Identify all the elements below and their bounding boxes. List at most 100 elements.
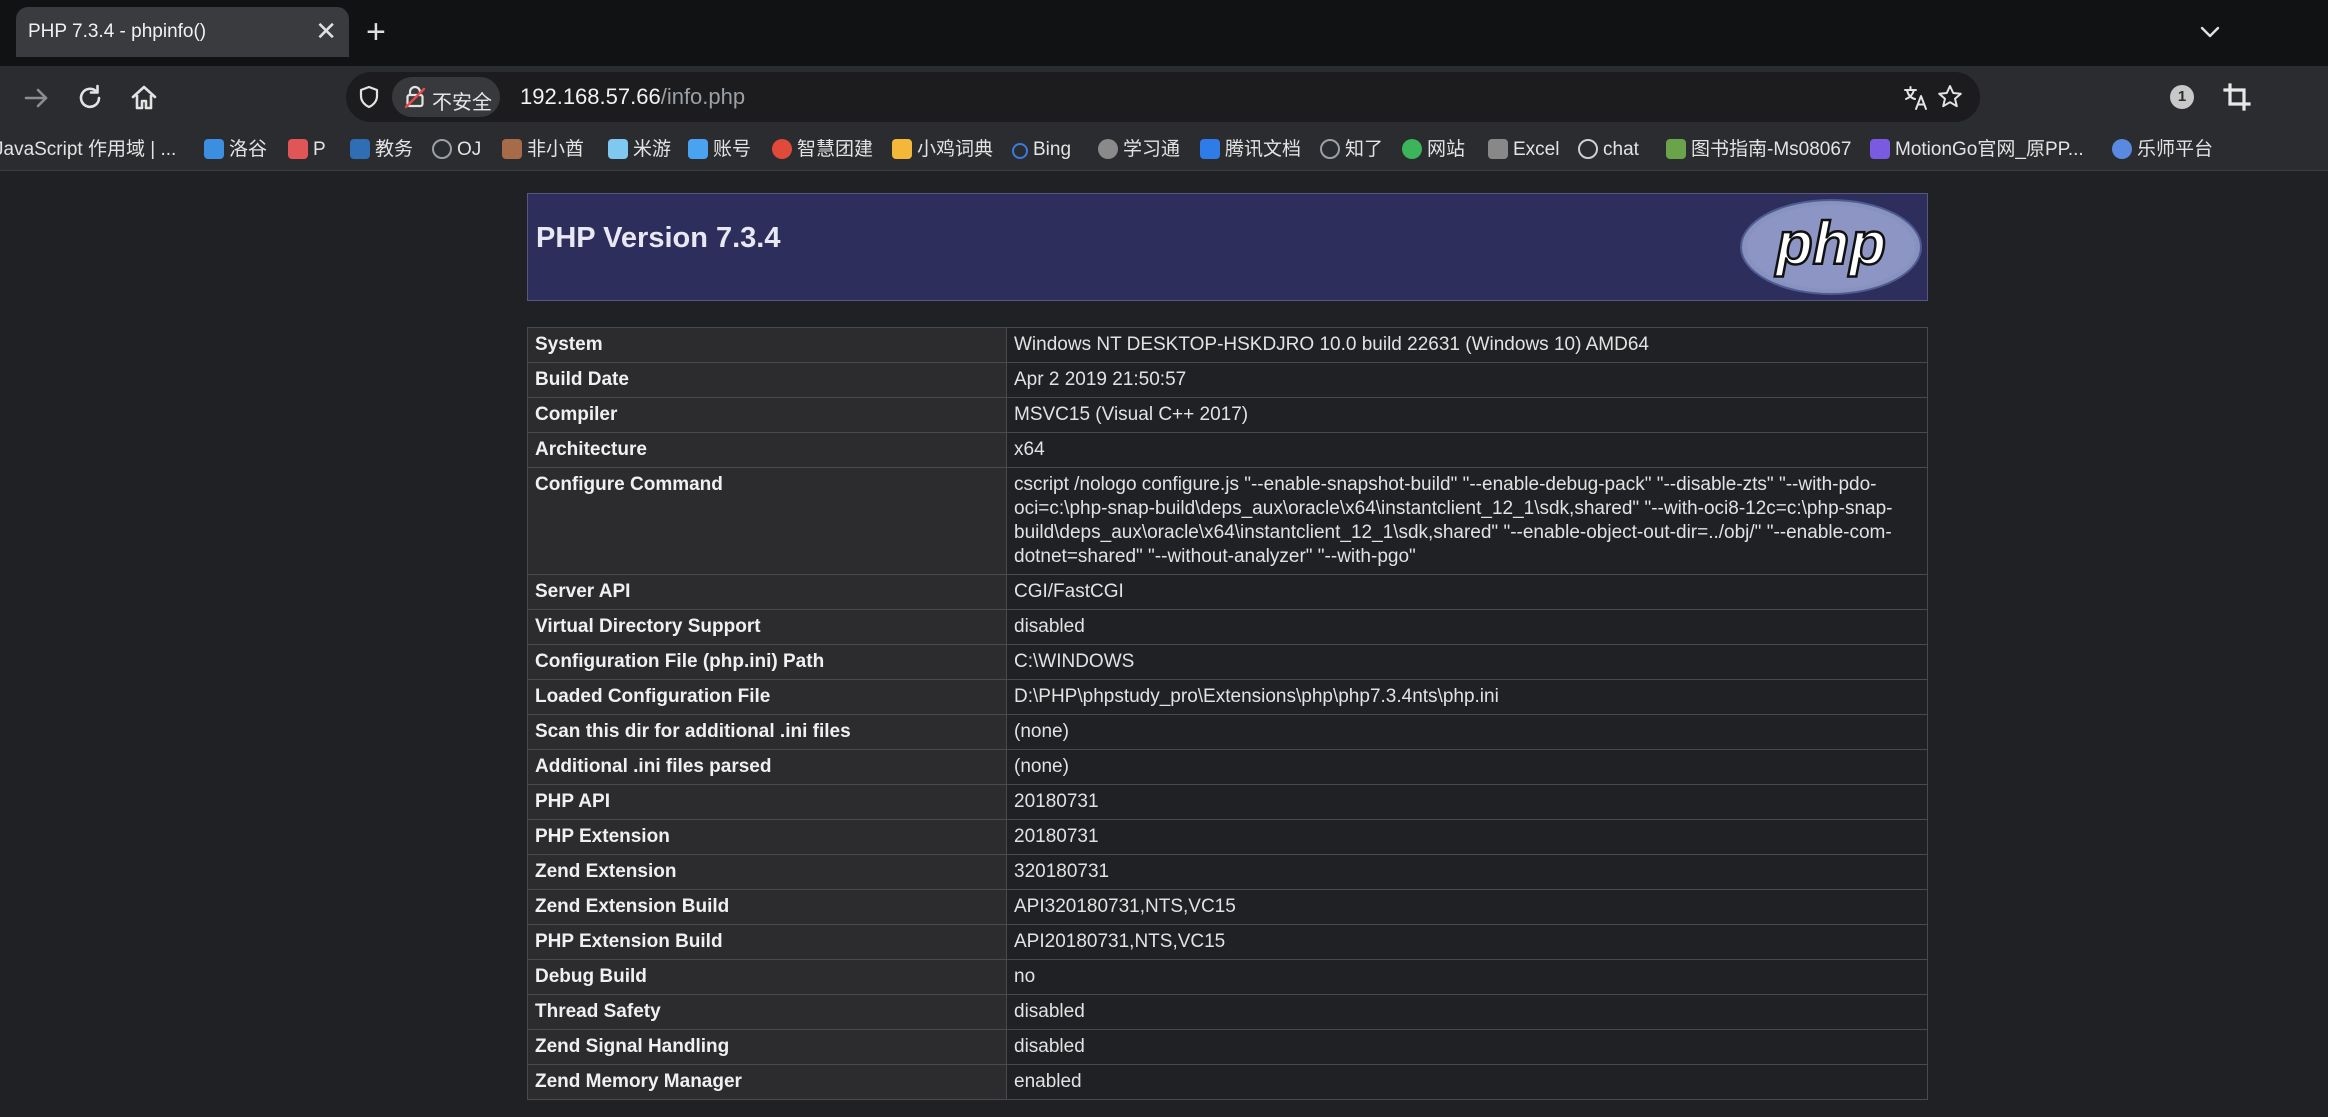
bookmark-item[interactable]: 网站 bbox=[1402, 136, 1465, 164]
bookmark-favicon-icon bbox=[288, 139, 308, 159]
site-info-button[interactable]: 不安全 bbox=[392, 77, 500, 117]
tab-close-icon[interactable]: ✕ bbox=[315, 17, 337, 45]
tab-search-chevron-down-icon[interactable] bbox=[2196, 18, 2224, 46]
bookmark-favicon-icon bbox=[892, 139, 912, 159]
info-value: MSVC15 (Visual C++ 2017) bbox=[1006, 397, 1928, 433]
bookmark-favicon-icon bbox=[1870, 139, 1890, 159]
php-logo-text: php bbox=[1774, 210, 1886, 277]
info-value: CGI/FastCGI bbox=[1006, 574, 1928, 610]
table-row: Architecture x64 bbox=[527, 432, 1928, 468]
info-value: API320180731,NTS,VC15 bbox=[1006, 889, 1928, 925]
bookmark-item[interactable]: 小鸡词典 bbox=[892, 136, 993, 164]
bookmark-item[interactable]: OJ bbox=[432, 136, 481, 164]
bookmark-item[interactable]: 账号 bbox=[688, 136, 751, 164]
reload-icon[interactable] bbox=[74, 82, 106, 114]
bookmark-item[interactable]: JavaScript 作用域 | ... bbox=[0, 136, 176, 164]
bookmark-item[interactable]: chat bbox=[1578, 136, 1639, 164]
table-row: PHP Extension 20180731 bbox=[527, 819, 1928, 855]
bookmark-item[interactable]: 图书指南-Ms08067 bbox=[1666, 136, 1852, 164]
info-key: PHP API bbox=[527, 784, 1007, 820]
info-key: Thread Safety bbox=[527, 994, 1007, 1030]
table-row: System Windows NT DESKTOP-HSKDJRO 10.0 bu… bbox=[527, 327, 1928, 363]
forward-arrow-icon[interactable] bbox=[20, 82, 52, 114]
bookmark-item[interactable]: 智慧团建 bbox=[772, 136, 873, 164]
bookmark-favicon-icon bbox=[772, 139, 792, 159]
info-key: Compiler bbox=[527, 397, 1007, 433]
bookmark-item[interactable]: 教务 bbox=[350, 136, 413, 164]
bookmark-favicon-icon bbox=[1200, 139, 1220, 159]
info-value: D:\PHP\phpstudy_pro\Extensions\php\php7.… bbox=[1006, 679, 1928, 715]
bookmark-favicon-icon bbox=[502, 139, 522, 159]
info-key: Zend Extension Build bbox=[527, 889, 1007, 925]
info-key: Additional .ini files parsed bbox=[527, 749, 1007, 785]
bookmark-item[interactable]: 知了 bbox=[1320, 136, 1383, 164]
info-value: C:\WINDOWS bbox=[1006, 644, 1928, 680]
browser-toolbar: 不安全 192.168.57.66/info.php 1 bbox=[0, 66, 2328, 130]
info-key: Virtual Directory Support bbox=[527, 609, 1007, 645]
globe-icon bbox=[1320, 139, 1340, 159]
php-logo[interactable]: php bbox=[1739, 198, 1923, 296]
info-value: Windows NT DESKTOP-HSKDJRO 10.0 build 22… bbox=[1006, 327, 1928, 363]
bookmark-favicon-icon bbox=[688, 139, 708, 159]
page-content: PHP Version 7.3.4 php System Windows NT D… bbox=[0, 171, 2328, 1117]
info-key: Zend Signal Handling bbox=[527, 1029, 1007, 1065]
table-row: Server API CGI/FastCGI bbox=[527, 574, 1928, 610]
globe-icon bbox=[432, 139, 452, 159]
info-key: Server API bbox=[527, 574, 1007, 610]
bookmark-item[interactable]: Bing bbox=[1012, 136, 1071, 164]
info-value: disabled bbox=[1006, 1029, 1928, 1065]
translate-icon[interactable] bbox=[1902, 84, 1930, 112]
info-key: Loaded Configuration File bbox=[527, 679, 1007, 715]
bookmark-item[interactable]: 米游 bbox=[608, 136, 671, 164]
bookmark-item[interactable]: P bbox=[288, 136, 326, 164]
bookmark-favicon-icon bbox=[1666, 139, 1686, 159]
info-key: Build Date bbox=[527, 362, 1007, 398]
info-key: Zend Memory Manager bbox=[527, 1064, 1007, 1100]
robot-icon bbox=[1488, 139, 1508, 159]
info-value: 320180731 bbox=[1006, 854, 1928, 890]
bookmark-star-icon[interactable] bbox=[1936, 83, 1964, 111]
extension-badge-icon[interactable]: 1 bbox=[2170, 85, 2194, 109]
table-row: Configure Command cscript /nologo configu… bbox=[527, 467, 1928, 575]
table-row: Loaded Configuration File D:\PHP\phpstudy… bbox=[527, 679, 1928, 715]
table-row: Build Date Apr 2 2019 21:50:57 bbox=[527, 362, 1928, 398]
info-value: disabled bbox=[1006, 994, 1928, 1030]
active-tab[interactable]: PHP 7.3.4 - phpinfo() ✕ bbox=[16, 7, 349, 57]
search-icon bbox=[1012, 143, 1028, 159]
bookmark-favicon-icon bbox=[1098, 139, 1118, 159]
table-row: Compiler MSVC15 (Visual C++ 2017) bbox=[527, 397, 1928, 433]
bookmark-item[interactable]: Excel bbox=[1488, 136, 1559, 164]
info-key: Architecture bbox=[527, 432, 1007, 468]
info-value: no bbox=[1006, 959, 1928, 995]
info-value: (none) bbox=[1006, 714, 1928, 750]
crop-icon[interactable] bbox=[2222, 82, 2252, 112]
bookmark-item[interactable]: 非小酋 bbox=[502, 136, 584, 164]
table-row: Zend Memory Manager enabled bbox=[527, 1064, 1928, 1100]
info-value: disabled bbox=[1006, 609, 1928, 645]
not-secure-label: 不安全 bbox=[432, 92, 492, 114]
info-key: Configuration File (php.ini) Path bbox=[527, 644, 1007, 680]
bookmark-item[interactable]: 学习通 bbox=[1098, 136, 1180, 164]
bookmark-item[interactable]: 洛谷 bbox=[204, 136, 267, 164]
bookmark-item[interactable]: 腾讯文档 bbox=[1200, 136, 1301, 164]
address-bar[interactable]: 不安全 192.168.57.66/info.php bbox=[346, 72, 1980, 122]
bookmark-item[interactable]: 乐师平台 bbox=[2112, 136, 2213, 164]
info-value: x64 bbox=[1006, 432, 1928, 468]
new-tab-icon[interactable]: + bbox=[366, 12, 386, 52]
url-text[interactable]: 192.168.57.66/info.php bbox=[520, 84, 745, 110]
bookmark-favicon-icon bbox=[204, 139, 224, 159]
shield-icon[interactable] bbox=[356, 84, 382, 110]
url-host: 192.168.57.66 bbox=[520, 84, 661, 109]
info-key: Debug Build bbox=[527, 959, 1007, 995]
info-value: 20180731 bbox=[1006, 784, 1928, 820]
info-key: System bbox=[527, 327, 1007, 363]
info-key: PHP Extension bbox=[527, 819, 1007, 855]
bookmark-favicon-icon bbox=[1402, 139, 1422, 159]
bookmark-item[interactable]: MotionGo官网_原PP... bbox=[1870, 136, 2084, 164]
home-icon[interactable] bbox=[128, 82, 160, 114]
info-value: Apr 2 2019 21:50:57 bbox=[1006, 362, 1928, 398]
php-version-header: PHP Version 7.3.4 php bbox=[527, 193, 1928, 301]
bookmarks-bar: JavaScript 作用域 | ... 洛谷 P 教务 OJ 非小酋 米游 账… bbox=[0, 130, 2328, 171]
info-key: Zend Extension bbox=[527, 854, 1007, 890]
info-value: cscript /nologo configure.js "--enable-s… bbox=[1006, 467, 1928, 575]
